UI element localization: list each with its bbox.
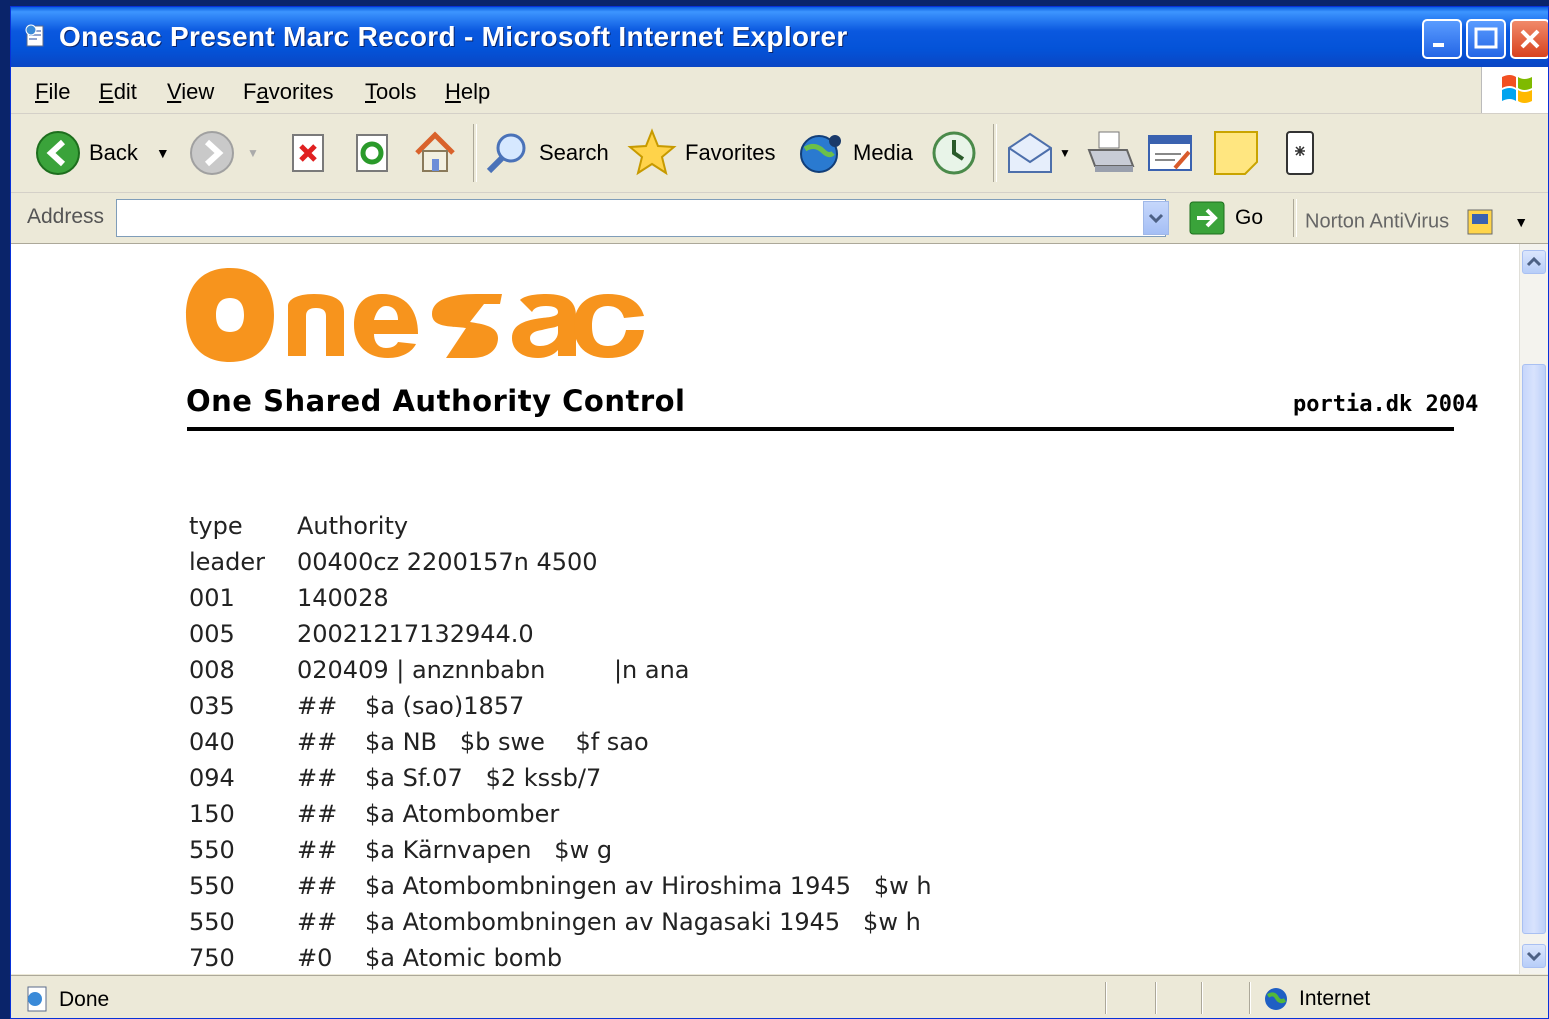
status-pane: [1249, 982, 1251, 1014]
status-pane: [1155, 982, 1157, 1014]
address-dropdown-button[interactable]: [1143, 201, 1169, 235]
ie-page-icon: [25, 24, 44, 47]
favorites-button[interactable]: Favorites: [627, 114, 775, 192]
scroll-up-button[interactable]: [1522, 250, 1546, 274]
header-rule: [187, 427, 1454, 431]
standard-toolbar: Back ▼ ▼ Search Favorites Media ▼: [11, 114, 1548, 193]
close-icon: [1520, 29, 1540, 49]
chevron-down-icon: [1526, 951, 1542, 962]
back-arrow-icon: [36, 131, 80, 175]
toolbar-separator: [1293, 199, 1297, 237]
menu-edit[interactable]: Edit: [99, 79, 137, 105]
back-button[interactable]: Back ▼: [35, 114, 170, 192]
windows-logo: [1481, 67, 1548, 113]
toolbar-separator: [993, 124, 997, 182]
refresh-icon: [356, 134, 388, 172]
chevron-down-icon: [1148, 213, 1164, 224]
edit-page-icon: [1148, 135, 1192, 171]
minimize-icon: [1433, 43, 1444, 47]
mail-icon: [1008, 132, 1052, 173]
back-dropdown-icon[interactable]: ▼: [156, 145, 170, 161]
pda-icon: [1286, 131, 1314, 175]
printer-icon: [1087, 131, 1135, 172]
address-label: Address: [27, 205, 105, 228]
home-button[interactable]: [411, 114, 459, 192]
stop-icon: [292, 134, 324, 172]
sticky-note-icon: [1214, 131, 1258, 175]
vertical-scrollbar[interactable]: [1519, 244, 1548, 974]
menu-help[interactable]: Help: [445, 79, 490, 105]
discuss-button[interactable]: [1211, 114, 1261, 192]
menu-bar: File Edit View Favorites Tools Help: [11, 67, 1548, 114]
refresh-button[interactable]: [351, 114, 395, 192]
home-icon: [415, 131, 455, 172]
address-input[interactable]: [116, 199, 1166, 237]
menu-favorites[interactable]: Favorites: [243, 79, 334, 105]
toolbar-separator: [473, 124, 477, 182]
edit-button[interactable]: [1145, 114, 1197, 192]
browser-window: Onesac Present Marc Record - Microsoft I…: [10, 6, 1549, 1019]
norton-antivirus-toolbar[interactable]: Norton AntiVirus ▼: [1305, 207, 1528, 237]
go-button[interactable]: Go: [1189, 201, 1263, 235]
norton-icon: [1467, 209, 1493, 235]
mail-button[interactable]: ▼: [1005, 114, 1071, 192]
page-content: One Shared Authority Control portia.dk 2…: [11, 244, 1521, 974]
security-zone[interactable]: Internet: [1263, 986, 1370, 1012]
windows-flag-icon: [1502, 75, 1532, 103]
minimize-button[interactable]: [1422, 19, 1462, 59]
forward-arrow-icon: [190, 131, 234, 175]
menu-view[interactable]: View: [167, 79, 214, 105]
messenger-button[interactable]: [1281, 114, 1321, 192]
tagline: One Shared Authority Control: [186, 384, 686, 418]
title-bar[interactable]: Onesac Present Marc Record - Microsoft I…: [11, 7, 1548, 67]
search-icon: [486, 133, 526, 174]
status-pane: [1201, 982, 1203, 1014]
scroll-down-button[interactable]: [1522, 944, 1546, 968]
credit-link: portia.dk 2004: [1293, 392, 1479, 417]
star-icon: [627, 128, 677, 176]
status-pane: [1105, 982, 1107, 1014]
maximize-button[interactable]: [1466, 19, 1506, 59]
norton-dropdown-icon[interactable]: ▼: [1514, 214, 1528, 230]
status-bar: Done Internet: [11, 975, 1548, 1018]
address-bar: Address Go Norton AntiVirus ▼: [11, 193, 1548, 244]
chevron-up-icon: [1526, 256, 1542, 267]
media-button[interactable]: Media: [797, 114, 913, 192]
menu-file[interactable]: File: [35, 79, 70, 105]
ie-page-icon: [27, 986, 47, 1012]
mail-dropdown-icon[interactable]: ▼: [1059, 146, 1071, 160]
forward-dropdown-icon[interactable]: ▼: [247, 146, 259, 160]
stop-button[interactable]: [287, 114, 331, 192]
onesac-logo: [184, 260, 644, 375]
close-button[interactable]: [1510, 19, 1548, 59]
forward-button[interactable]: ▼: [189, 114, 259, 192]
scroll-thumb[interactable]: [1522, 364, 1546, 934]
media-globe-icon: [800, 135, 841, 173]
maximize-icon: [1474, 27, 1498, 49]
history-button[interactable]: [929, 114, 979, 192]
print-button[interactable]: [1085, 114, 1135, 192]
internet-globe-icon: [1265, 988, 1287, 1010]
status-text: Done: [59, 988, 110, 1011]
window-title: Onesac Present Marc Record - Microsoft I…: [59, 21, 848, 52]
history-icon: [932, 131, 976, 175]
go-arrow-icon: [1189, 201, 1225, 235]
menu-tools[interactable]: Tools: [365, 79, 416, 105]
search-button[interactable]: Search: [483, 114, 609, 192]
